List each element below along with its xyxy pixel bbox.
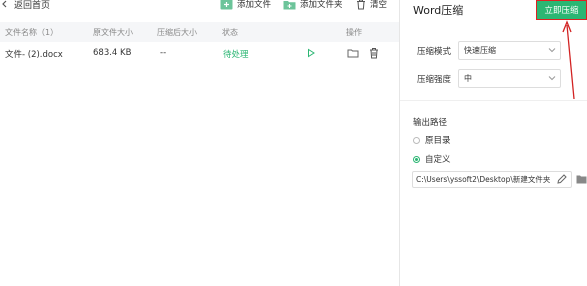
table-header: 文件名称（1） 原文件大小 压缩后大小 状态 操作 <box>0 22 399 42</box>
radio-custom-label: 自定义 <box>425 155 451 165</box>
file-original-size: 683.4 KB <box>93 48 132 58</box>
radio-button-checked[interactable] <box>413 155 420 163</box>
mode-select[interactable]: 快速压缩 <box>458 41 561 60</box>
column-actions: 操作 <box>346 28 362 37</box>
panel-title: Word压缩 <box>413 4 464 17</box>
clear-label: 清空 <box>370 0 388 10</box>
add-folder-label: 添加文件夹 <box>300 0 343 10</box>
status-badge: 待处理 <box>223 50 249 60</box>
table-row[interactable]: 文件- (2).docx 683.4 KB -- 待处理 <box>0 42 399 64</box>
strength-select-value: 中 <box>464 74 472 83</box>
back-home-link[interactable]: 返回首页 <box>0 0 50 12</box>
add-folder-icon <box>283 0 296 9</box>
file-compressed-size: -- <box>160 48 167 58</box>
output-path-label: 输出路径 <box>413 118 448 128</box>
radio-original-label: 原目录 <box>425 136 451 146</box>
open-folder-icon[interactable] <box>347 47 359 59</box>
file-name: 文件- (2).docx <box>5 50 63 60</box>
back-arrow-icon <box>2 0 7 8</box>
add-file-label: 添加文件 <box>237 0 272 10</box>
add-folder-button[interactable]: 添加文件夹 <box>283 0 343 12</box>
column-status: 状态 <box>222 28 238 37</box>
file-list-panel: 返回首页 添加文件 添加文件夹 清空 文件名称（1） 原文件大小 压缩后大小 状… <box>0 0 399 286</box>
radio-custom-dir[interactable]: 自定义 <box>413 153 451 165</box>
delete-icon[interactable] <box>368 47 380 59</box>
chevron-down-icon <box>548 76 556 81</box>
column-compressed-size: 压缩后大小 <box>157 28 197 37</box>
settings-panel: Word压缩 立即压缩 压缩模式 快速压缩 压缩强度 中 输出路径 原目录 自定… <box>400 0 587 286</box>
trash-icon <box>357 0 365 9</box>
back-home-label: 返回首页 <box>14 0 51 11</box>
add-file-button[interactable]: 添加文件 <box>220 0 271 12</box>
clear-button[interactable]: 清空 <box>356 0 387 12</box>
strength-select[interactable]: 中 <box>458 69 561 88</box>
strength-label: 压缩强度 <box>417 75 452 85</box>
play-icon[interactable] <box>305 47 317 59</box>
column-original-size: 原文件大小 <box>93 28 133 37</box>
column-name: 文件名称（1） <box>5 28 59 37</box>
radio-original-dir[interactable]: 原目录 <box>413 134 451 146</box>
chevron-down-icon <box>548 48 556 53</box>
start-compress-button[interactable]: 立即压缩 <box>536 0 587 20</box>
folder-icon[interactable] <box>576 174 587 184</box>
mode-select-value: 快速压缩 <box>464 46 496 55</box>
mode-label: 压缩模式 <box>417 47 452 57</box>
add-file-icon <box>220 0 233 9</box>
section-divider <box>400 100 587 101</box>
edit-pencil-icon[interactable] <box>556 173 568 185</box>
radio-button[interactable] <box>413 136 420 144</box>
output-path-field[interactable]: C:\Users\yssoft2\Desktop\新建文件夹 <box>412 171 572 188</box>
